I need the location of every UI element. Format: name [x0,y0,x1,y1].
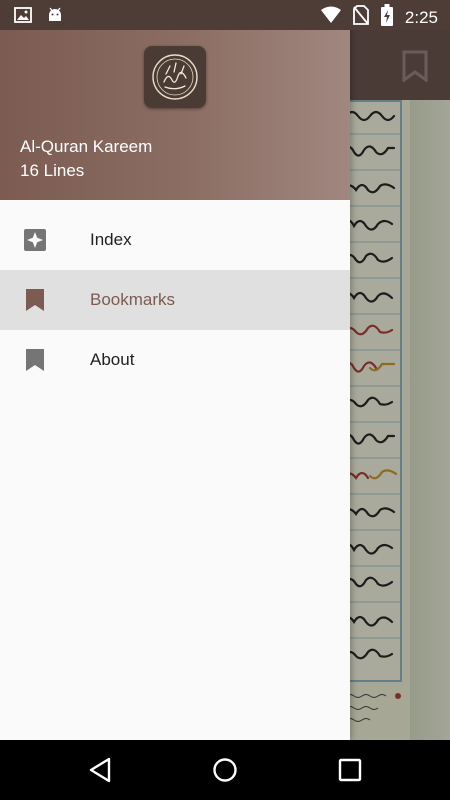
android-icon [46,6,64,29]
drawer-item-about[interactable]: About [0,330,350,390]
no-sim-icon [353,5,369,30]
system-nav-bar [0,740,450,800]
clock-time: 2:25 [404,7,438,27]
quran-logo-icon [144,46,206,108]
battery-charging-icon [380,4,393,31]
drawer-item-bookmarks[interactable]: Bookmarks [0,270,350,330]
back-icon[interactable] [87,757,113,783]
recents-icon[interactable] [337,757,363,783]
navigation-drawer: Al-Quran Kareem 16 Lines Index Bookmarks… [0,0,350,740]
drawer-item-label: Bookmarks [90,290,176,309]
drawer-app-name: Al-Quran Kareem [20,137,153,156]
drawer-app-subtitle: 16 Lines [20,161,85,180]
home-icon[interactable] [212,757,238,783]
wifi-icon [320,6,341,29]
bookmark-icon [23,348,47,372]
bookmark-icon [23,288,47,312]
drawer-header: Al-Quran Kareem 16 Lines [0,0,350,200]
status-bar: 2:25 [0,0,450,30]
drawer-item-label: Index [90,230,132,249]
drawer-item-label: About [90,350,135,369]
index-icon [23,228,47,252]
drawer-item-index[interactable]: Index [0,210,350,270]
image-icon [14,6,32,29]
drawer-menu: Index Bookmarks About [0,210,350,390]
